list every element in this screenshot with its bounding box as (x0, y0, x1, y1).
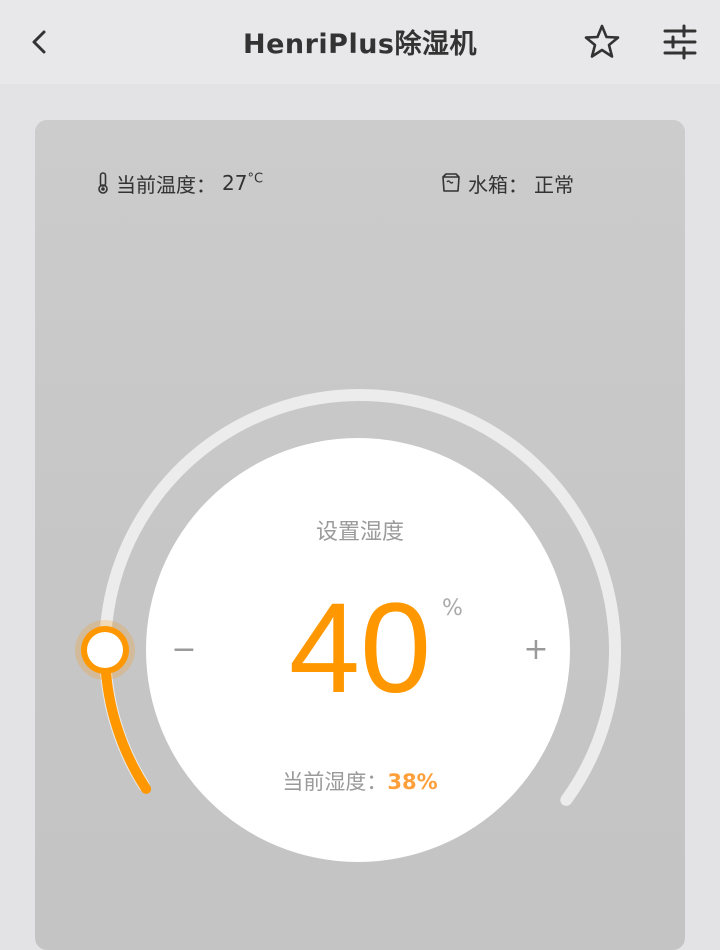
current-humidity: 当前湿度：38% (0, 766, 720, 796)
decrease-button[interactable]: − (166, 630, 202, 670)
increase-button[interactable]: + (518, 630, 554, 670)
set-humidity-label: 设置湿度 (315, 520, 404, 545)
humidity-unit: % (442, 596, 463, 621)
dial-knob[interactable] (75, 620, 135, 680)
set-humidity-value: 40 (288, 577, 432, 720)
current-humidity-label: 当前湿度： (282, 770, 388, 794)
current-humidity-value: 38% (387, 770, 438, 794)
